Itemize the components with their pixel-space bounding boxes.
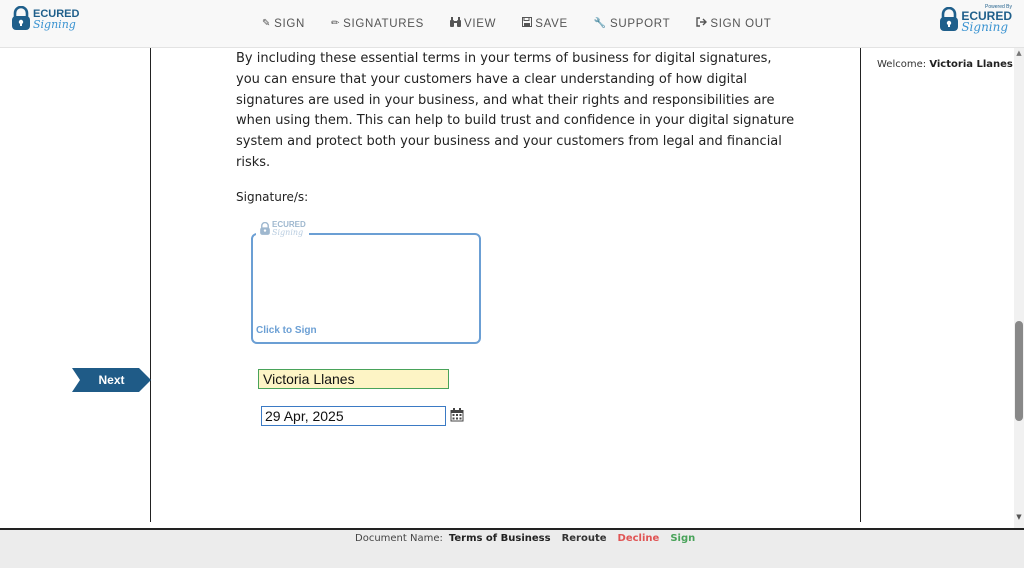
padlock-icon: [938, 6, 960, 33]
welcome-user-name: Victoria Llanes: [929, 59, 1013, 70]
sig-logo-text-signing: Signing: [272, 228, 304, 237]
signer-name-field[interactable]: [258, 369, 449, 389]
scrollbar-thumb[interactable]: [1015, 321, 1023, 421]
powered-by-text: Powered By: [985, 4, 1012, 10]
nav-signatures[interactable]: ✏ SIGNATURES: [331, 17, 424, 30]
sign-out-icon: [696, 17, 708, 30]
main-nav: ✎ SIGN ✏ SIGNATURES VIEW SAVE 🔧 SUPPORT: [262, 17, 798, 30]
document-name-label: Document Name:: [355, 533, 443, 544]
nav-signatures-label: SIGNATURES: [343, 17, 425, 30]
secured-signing-powered-logo: Powered By ECURED Signing: [938, 4, 1012, 34]
nav-support[interactable]: 🔧 SUPPORT: [594, 17, 670, 30]
nav-view[interactable]: VIEW: [450, 17, 496, 30]
binoculars-icon: [450, 17, 462, 30]
wrench-icon: 🔧: [593, 18, 608, 29]
edit-icon: ✎: [262, 18, 272, 29]
nav-sign[interactable]: ✎ SIGN: [262, 17, 305, 30]
document-name-value: Terms of Business: [448, 533, 551, 544]
next-label: Next: [98, 373, 125, 387]
reroute-button[interactable]: Reroute: [562, 533, 607, 544]
secured-signing-logo[interactable]: ECURED Signing: [10, 6, 79, 32]
nav-sign-out-label: SIGN OUT: [710, 17, 772, 30]
padlock-icon: [10, 6, 32, 32]
signature-heading: Signature/s:: [236, 190, 309, 204]
next-field-button[interactable]: Next: [72, 368, 151, 392]
footer-bar: Document Name: Terms of Business Reroute…: [0, 530, 1024, 568]
document-left-border: [150, 48, 151, 522]
nav-sign-label: SIGN: [274, 17, 306, 30]
date-field[interactable]: [261, 406, 446, 426]
document-right-border: [860, 48, 861, 522]
calendar-icon[interactable]: [450, 407, 464, 422]
nav-support-label: SUPPORT: [610, 17, 671, 30]
top-header: ECURED Signing ✎ SIGN ✏ SIGNATURES VIEW …: [0, 0, 1024, 48]
welcome-label: Welcome:: [877, 59, 927, 70]
padlock-icon: [260, 222, 270, 235]
nav-view-label: VIEW: [464, 17, 497, 30]
scroll-down-arrow-icon[interactable]: ▼: [1014, 512, 1024, 522]
save-icon: [522, 17, 533, 30]
pencil-icon: ✏: [331, 18, 341, 29]
nav-save-label: SAVE: [535, 17, 568, 30]
document-paragraph: By including these essential terms in yo…: [236, 51, 795, 170]
signature-box-logo: ECURED Signing: [256, 221, 309, 237]
scroll-up-arrow-icon[interactable]: ▲: [1014, 48, 1024, 58]
nav-sign-out[interactable]: SIGN OUT: [696, 17, 771, 30]
welcome-text: Welcome: Victoria Llanes: [877, 59, 1013, 70]
sign-button[interactable]: Sign: [670, 533, 695, 544]
click-to-sign-link[interactable]: Click to Sign: [256, 325, 317, 336]
logo-text-signing: Signing: [33, 17, 76, 31]
decline-button[interactable]: Decline: [618, 533, 660, 544]
vertical-scrollbar[interactable]: [1014, 48, 1024, 528]
nav-save[interactable]: SAVE: [522, 17, 568, 30]
logo-text-signing: Signing: [961, 20, 1009, 34]
